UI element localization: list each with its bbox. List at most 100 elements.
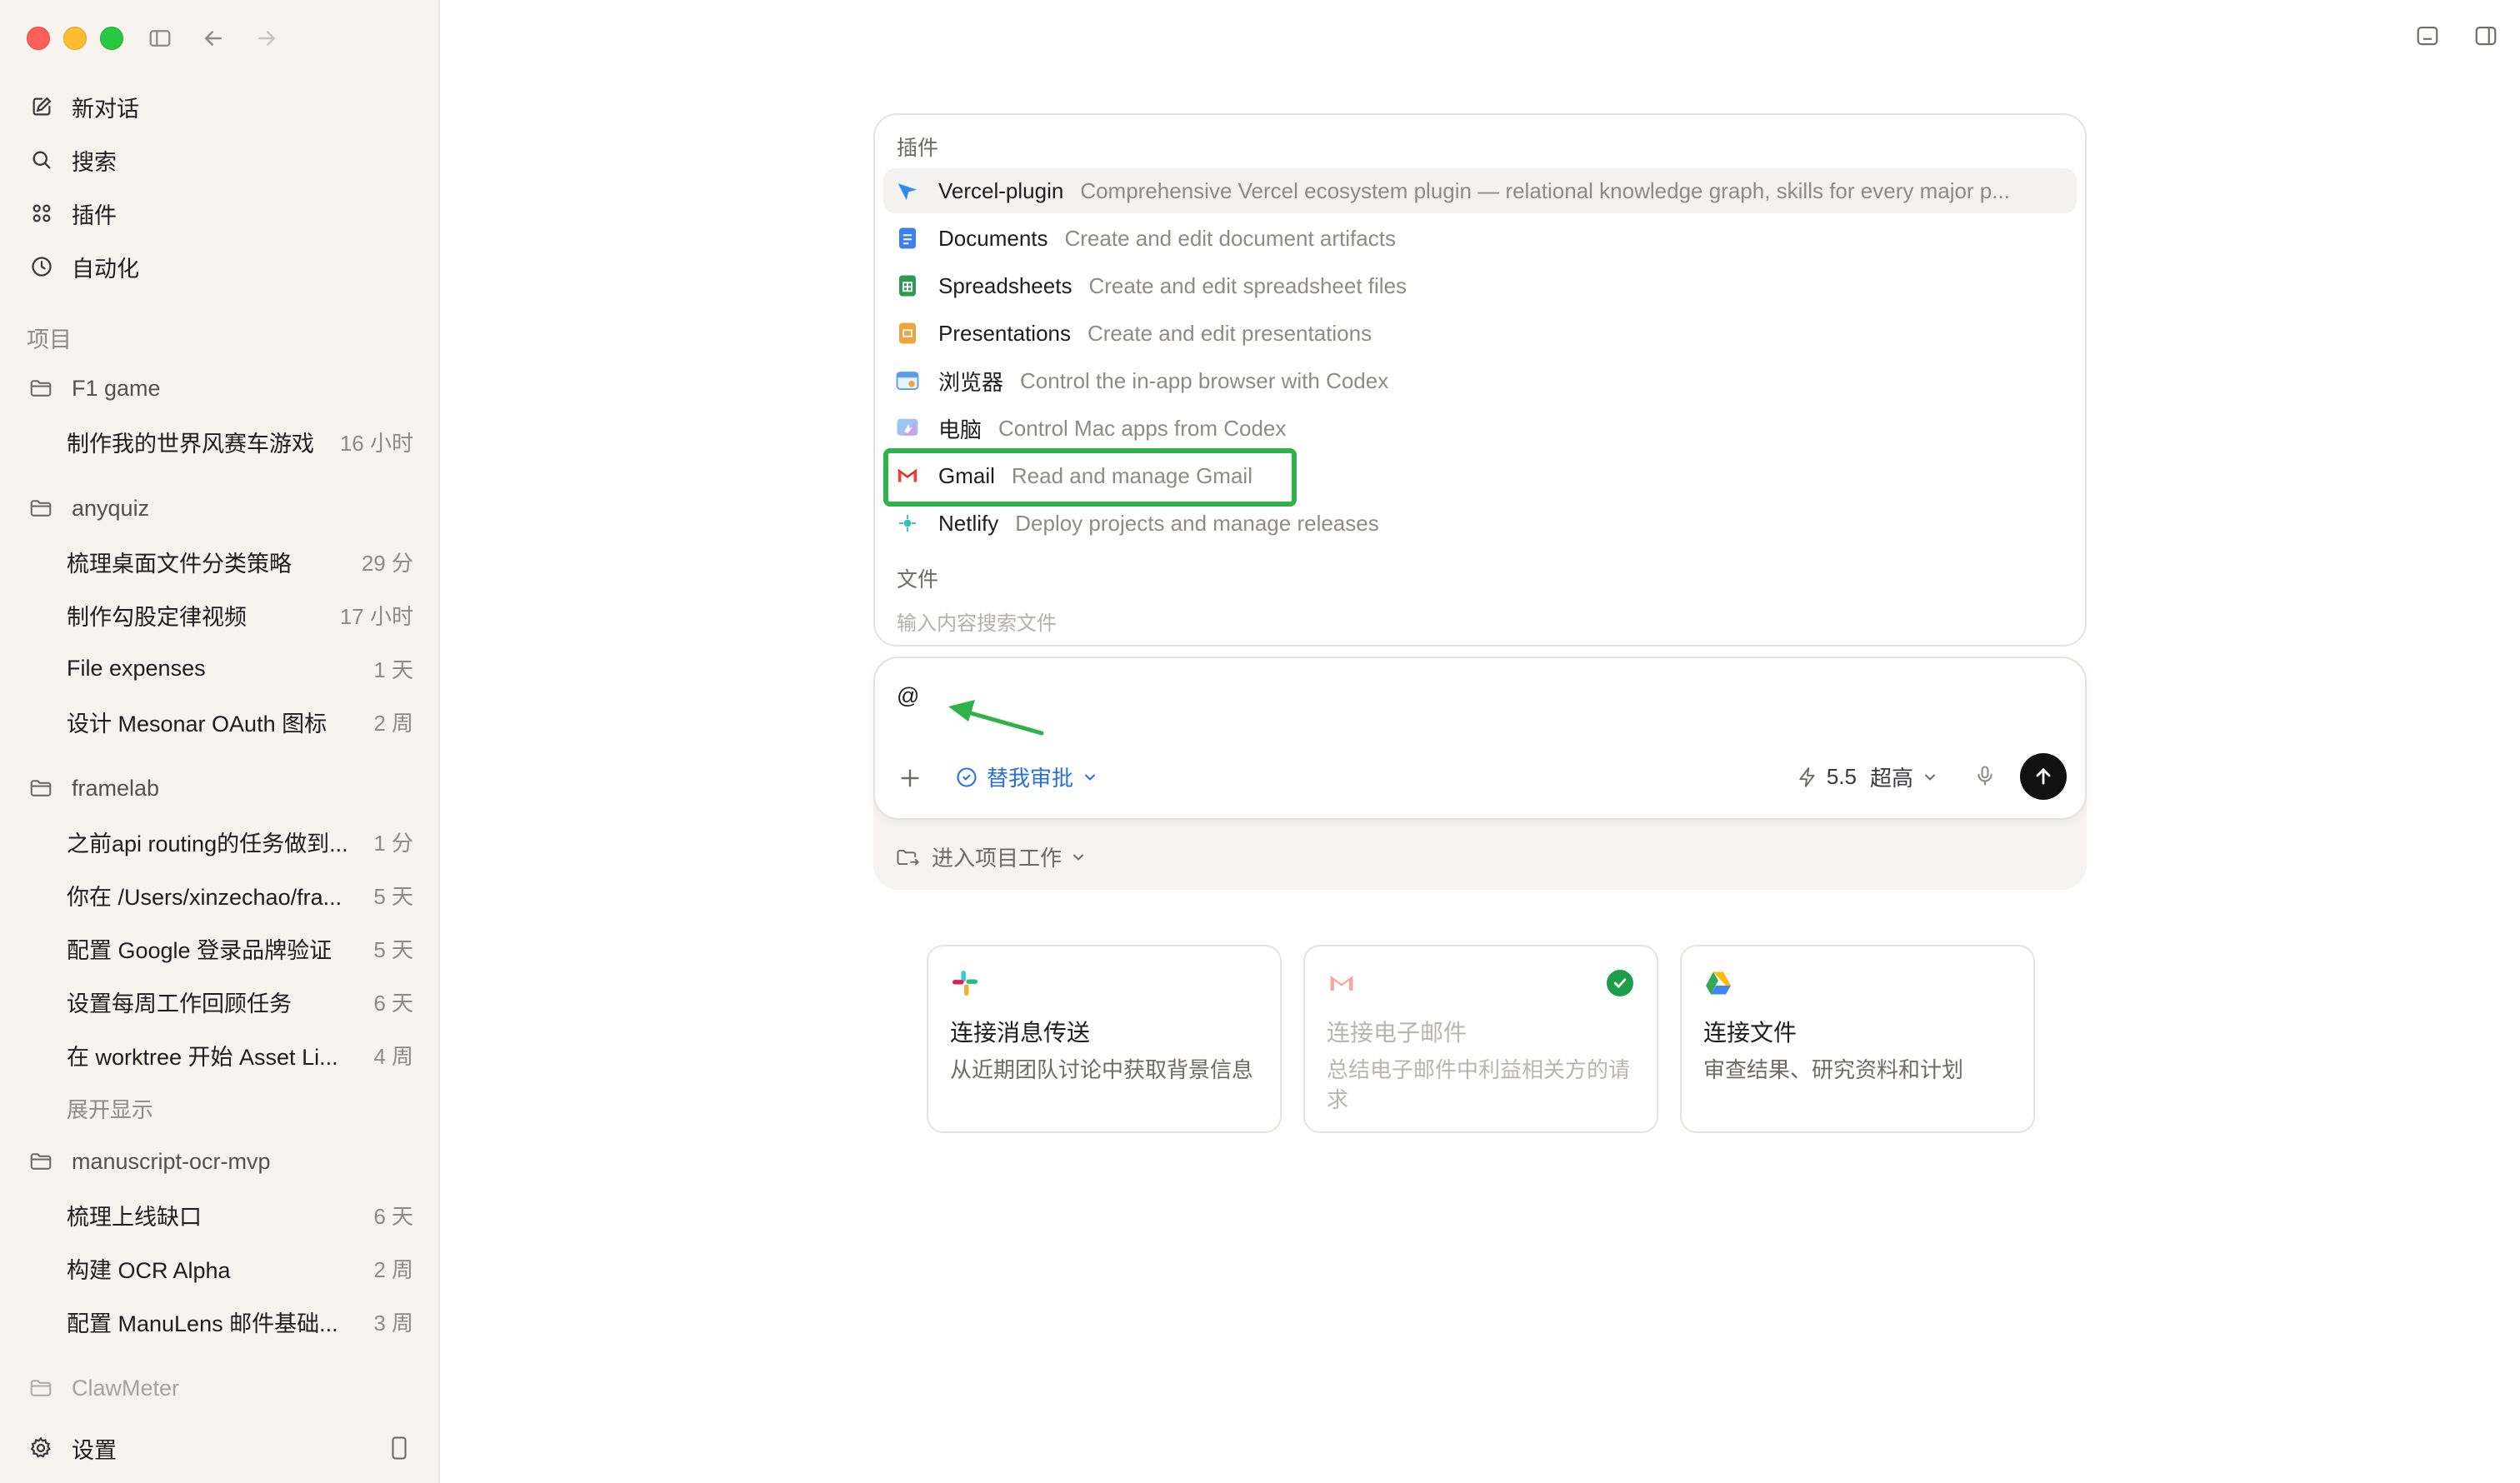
- presentation-icon: [895, 321, 920, 346]
- thread-item[interactable]: 设置每周工作回顾任务 6 天: [20, 975, 418, 1028]
- sidebar-item-label: 搜索: [72, 149, 117, 175]
- project-group: ClawMeter: [20, 1361, 418, 1415]
- project-group: framelab 之前api routing的任务做到... 1 分 你在 /U…: [20, 761, 418, 1135]
- thread-title: 制作我的世界风赛车游戏: [67, 431, 314, 457]
- thread-item[interactable]: 配置 ManuLens 邮件基础... 3 周: [20, 1295, 418, 1348]
- send-button[interactable]: [2020, 753, 2067, 800]
- close-window-button[interactable]: [27, 27, 50, 50]
- card-desc: 审查结果、研究资料和计划: [1703, 1057, 1964, 1082]
- sidebar-toggle-icon[interactable]: [145, 23, 175, 53]
- clock-icon: [28, 253, 55, 280]
- thread-item[interactable]: 之前api routing的任务做到... 1 分: [20, 815, 418, 868]
- zoom-window-button[interactable]: [100, 27, 123, 50]
- prompt-input[interactable]: @: [897, 683, 919, 709]
- plugin-name: Netlify: [938, 510, 999, 536]
- plugin-desc: Create and edit document artifacts: [1064, 225, 1396, 251]
- thread-item[interactable]: 配置 Google 登录品牌验证 5 天: [20, 921, 418, 975]
- terminal-panel-icon[interactable]: [2415, 23, 2440, 52]
- thread-item[interactable]: 构建 OCR Alpha 2 周: [20, 1241, 418, 1295]
- approval-mode-dropdown[interactable]: 替我审批: [955, 761, 1098, 792]
- files-search-hint: 输入内容搜索文件: [897, 612, 1057, 635]
- sidebar-item-plugins[interactable]: 插件: [20, 187, 418, 240]
- plugin-option-gmail[interactable]: Gmail Read and manage Gmail: [883, 453, 2077, 498]
- project-folder[interactable]: framelab: [20, 761, 418, 815]
- enter-project-dropdown[interactable]: 进入项目工作: [895, 841, 1087, 872]
- settings-button[interactable]: 设置: [20, 1421, 418, 1475]
- approval-mode-label: 替我审批: [987, 766, 1074, 791]
- folder-icon: [28, 1375, 55, 1401]
- sidebar-item-automation[interactable]: 自动化: [20, 240, 418, 293]
- projects-section-label: 项目: [27, 327, 72, 352]
- plugin-name: Presentations: [938, 320, 1071, 346]
- composer[interactable]: @ 替我审批 5.5 超高: [873, 657, 2087, 820]
- thread-item[interactable]: 梳理上线缺口 6 天: [20, 1188, 418, 1241]
- vercel-icon: [895, 178, 920, 203]
- thread-item[interactable]: 在 worktree 开始 Asset Li... 4 周: [20, 1028, 418, 1081]
- back-arrow-icon[interactable]: [198, 23, 228, 53]
- compose-icon: [28, 93, 55, 120]
- phone-icon[interactable]: [388, 1436, 410, 1461]
- sidebar-item-new-chat[interactable]: 新对话: [20, 80, 418, 133]
- connect-files-card[interactable]: 连接文件 审查结果、研究资料和计划: [1680, 945, 2035, 1133]
- top-right-controls: [2415, 23, 2498, 52]
- card-desc: 总结电子邮件中利益相关方的请求: [1327, 1057, 1631, 1112]
- thread-title: 你在 /Users/xinzechao/fra...: [67, 884, 342, 910]
- plugin-desc: Create and edit presentations: [1087, 320, 1372, 346]
- connect-email-card[interactable]: 连接电子邮件 总结电子邮件中利益相关方的请求: [1303, 945, 1658, 1133]
- plugin-option-documents[interactable]: Documents Create and edit document artif…: [883, 216, 2077, 261]
- thread-time: 6 天: [373, 1203, 413, 1229]
- sidebar-nav: 新对话 搜索 插件 自动化: [20, 80, 418, 293]
- microphone-icon[interactable]: [1973, 763, 1997, 788]
- project-name: anyquiz: [72, 495, 150, 521]
- thread-item[interactable]: 设计 Mesonar OAuth 图标 2 周: [20, 695, 418, 748]
- forward-arrow-icon[interactable]: [252, 23, 282, 53]
- project-group: anyquiz 梳理桌面文件分类策略 29 分 制作勾股定律视频 17 小时 F…: [20, 482, 418, 748]
- annotation-arrow: [948, 700, 1044, 736]
- thread-item[interactable]: 梳理桌面文件分类策略 29 分: [20, 535, 418, 588]
- card-title: 连接文件: [1703, 1020, 1798, 1046]
- thread-item[interactable]: 你在 /Users/xinzechao/fra... 5 天: [20, 868, 418, 921]
- grid-icon: [28, 200, 55, 227]
- plugin-desc: Create and edit spreadsheet files: [1088, 272, 1408, 298]
- sidebar-item-search[interactable]: 搜索: [20, 133, 418, 187]
- plugin-name: Spreadsheets: [938, 272, 1072, 298]
- sidebar-item-label: 自动化: [72, 256, 139, 282]
- model-selector[interactable]: 5.5 超高: [1797, 761, 1938, 792]
- project-folder[interactable]: manuscript-ocr-mvp: [20, 1135, 418, 1188]
- right-panel-icon[interactable]: [2473, 23, 2498, 52]
- plugin-option-browser[interactable]: 浏览器 Control the in-app browser with Code…: [883, 358, 2077, 403]
- project-name: framelab: [72, 775, 160, 801]
- plugin-option-presentations[interactable]: Presentations Create and edit presentati…: [883, 311, 2077, 356]
- project-folder[interactable]: ClawMeter: [20, 1361, 418, 1415]
- add-attachment-icon[interactable]: [897, 765, 923, 791]
- plugin-desc: Control Mac apps from Codex: [998, 415, 1287, 441]
- plugin-desc: Comprehensive Vercel ecosystem plugin — …: [1080, 177, 2010, 203]
- plugin-option-vercel[interactable]: Vercel-plugin Comprehensive Vercel ecosy…: [883, 168, 2077, 213]
- thread-time: 17 小时: [339, 603, 413, 629]
- minimize-window-button[interactable]: [63, 27, 87, 50]
- thread-time: 1 分: [373, 830, 413, 856]
- thread-time: 6 天: [373, 990, 413, 1016]
- thread-item[interactable]: 制作我的世界风赛车游戏 16 小时: [20, 415, 418, 468]
- project-name: ClawMeter: [72, 1375, 180, 1401]
- card-desc: 从近期团队讨论中获取背景信息: [950, 1057, 1254, 1082]
- thread-item[interactable]: File expenses 1 天: [20, 642, 418, 695]
- project-group: manuscript-ocr-mvp 梳理上线缺口 6 天 构建 OCR Alp…: [20, 1135, 418, 1348]
- thread-title: 设计 Mesonar OAuth 图标: [67, 711, 328, 737]
- connect-messaging-card[interactable]: 连接消息传送 从近期团队讨论中获取背景信息: [927, 945, 1282, 1133]
- bolt-icon: [1797, 766, 1818, 788]
- plugin-option-computer[interactable]: 电脑 Control Mac apps from Codex: [883, 406, 2077, 451]
- plugin-name: Vercel-plugin: [938, 177, 1064, 203]
- thread-time: 2 周: [373, 710, 413, 736]
- plugin-option-netlify[interactable]: Netlify Deploy projects and manage relea…: [883, 501, 2077, 546]
- thread-time: 29 分: [361, 550, 413, 576]
- thread-item[interactable]: 制作勾股定律视频 17 小时: [20, 588, 418, 642]
- plugin-option-spreadsheets[interactable]: Spreadsheets Create and edit spreadsheet…: [883, 263, 2077, 308]
- project-folder[interactable]: anyquiz: [20, 482, 418, 535]
- files-group-label: 文件: [897, 568, 939, 592]
- enter-project-label: 进入项目工作: [932, 846, 1062, 871]
- project-folder[interactable]: F1 game: [20, 362, 418, 415]
- expand-threads-button[interactable]: 展开显示: [20, 1081, 418, 1135]
- thread-time: 1 天: [373, 657, 413, 682]
- gear-icon: [28, 1435, 55, 1461]
